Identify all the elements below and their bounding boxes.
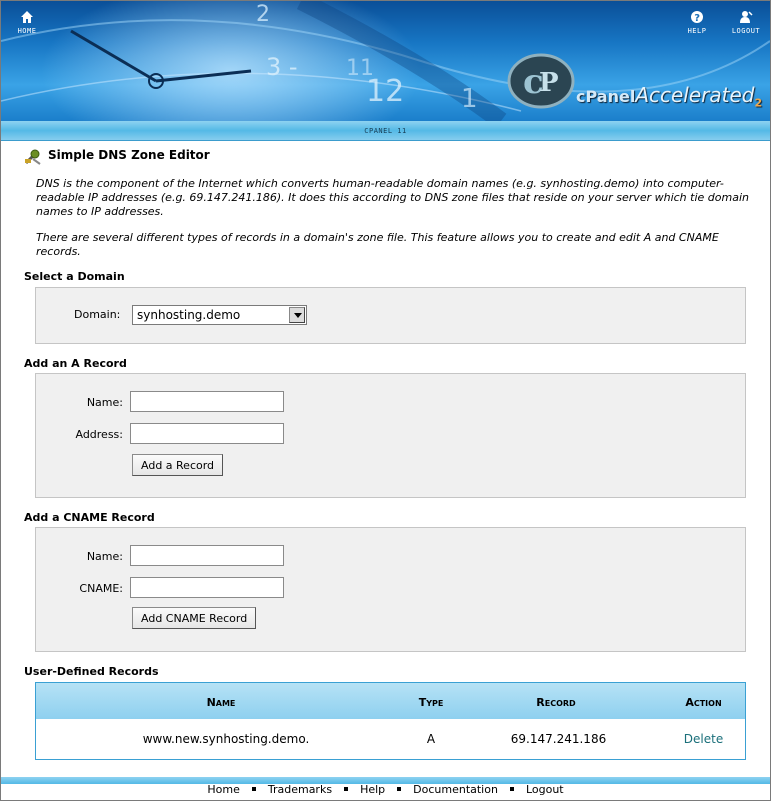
logo-cpanel-text: cPanel xyxy=(576,87,636,106)
version-strip: CPANEL 11 xyxy=(1,121,770,141)
record-name-cell: www.new.synhosting.demo. xyxy=(142,732,310,746)
record-type-cell: A xyxy=(426,732,436,746)
a-record-panel: Name: Address: Add a Record xyxy=(35,373,746,498)
svg-text:11: 11 xyxy=(346,56,374,81)
intro-paragraph-1: DNS is the component of the Internet whi… xyxy=(36,177,749,218)
cname-target-input[interactable] xyxy=(130,577,284,598)
svg-text:2: 2 xyxy=(256,2,270,27)
logo-accelerated-text: Accelerated xyxy=(635,83,755,107)
help-nav-label: HELP xyxy=(687,27,707,35)
cname-record-panel: Name: CNAME: Add CNAME Record xyxy=(35,527,746,652)
svg-text:1: 1 xyxy=(461,84,478,114)
a-address-label: Address: xyxy=(75,428,123,441)
home-icon xyxy=(21,11,33,23)
svg-text:3 -: 3 - xyxy=(266,53,298,81)
footer-link-documentation[interactable]: Documentation xyxy=(413,783,498,796)
column-header-type: Type xyxy=(418,696,444,709)
cname-name-input[interactable] xyxy=(130,545,284,566)
footer-separator xyxy=(397,787,402,791)
svg-text:?: ? xyxy=(694,13,700,24)
domain-label: Domain: xyxy=(74,308,121,321)
logout-nav-label: LOGOUT xyxy=(731,27,761,35)
svg-text:P: P xyxy=(539,68,559,98)
domain-select[interactable]: synhosting.demo xyxy=(132,305,307,325)
records-heading: User-Defined Records xyxy=(24,665,159,678)
footer-link-trademarks[interactable]: Trademarks xyxy=(268,783,332,796)
footer-link-logout[interactable]: Logout xyxy=(526,783,564,796)
intro-paragraph-2: There are several different types of rec… xyxy=(36,231,719,258)
cname-record-heading: Add a CNAME Record xyxy=(24,511,155,524)
a-address-input[interactable] xyxy=(130,423,284,444)
delete-record-link[interactable]: Delete xyxy=(666,732,741,746)
column-header-name: Name xyxy=(206,696,236,709)
help-nav-button[interactable]: ? HELP xyxy=(677,9,717,35)
chevron-down-icon[interactable] xyxy=(289,307,305,323)
footer-separator xyxy=(509,787,514,791)
a-name-label: Name: xyxy=(86,396,123,409)
a-name-input[interactable] xyxy=(130,391,284,412)
add-cname-record-button[interactable]: Add CNAME Record xyxy=(132,607,257,629)
footer-link-home[interactable]: Home xyxy=(207,783,239,796)
select-domain-heading: Select a Domain xyxy=(24,270,125,283)
cname-name-label: Name: xyxy=(86,550,123,563)
help-icon: ? xyxy=(691,11,703,24)
cpanel-logo: cPanelAccelerated2 xyxy=(576,83,762,110)
page-title: Simple DNS Zone Editor xyxy=(48,148,210,162)
footer-separator xyxy=(344,787,349,791)
footer-links: Home Trademarks Help Documentation Logout xyxy=(0,783,771,796)
add-a-record-button[interactable]: Add a Record xyxy=(132,454,224,476)
records-table-header: Name Type Record Action xyxy=(36,683,745,719)
records-table: Name Type Record Action www.new.synhosti… xyxy=(35,682,746,760)
domain-select-value: synhosting.demo xyxy=(137,308,241,322)
cname-target-label: CNAME: xyxy=(79,582,123,595)
home-nav-label: HOME xyxy=(17,27,37,35)
a-record-heading: Add an A Record xyxy=(24,357,127,370)
logout-nav-button[interactable]: LOGOUT xyxy=(726,9,766,35)
select-domain-panel: Domain: synhosting.demo xyxy=(35,287,746,344)
dns-tools-icon xyxy=(24,149,41,165)
column-header-record: Record xyxy=(536,696,576,709)
footer-link-help[interactable]: Help xyxy=(360,783,385,796)
version-label: CPANEL 11 xyxy=(364,127,407,135)
footer-separator xyxy=(251,787,256,791)
logo-suffix: 2 xyxy=(754,96,763,110)
column-header-action: Action xyxy=(685,696,722,709)
logout-icon xyxy=(740,11,753,23)
header-banner: 2 3 - 12 1 11 c P HOME ? HELP LOGOUT cPa… xyxy=(1,1,770,121)
home-nav-button[interactable]: HOME xyxy=(7,9,47,35)
record-value-cell: 69.147.241.186 xyxy=(510,732,607,746)
